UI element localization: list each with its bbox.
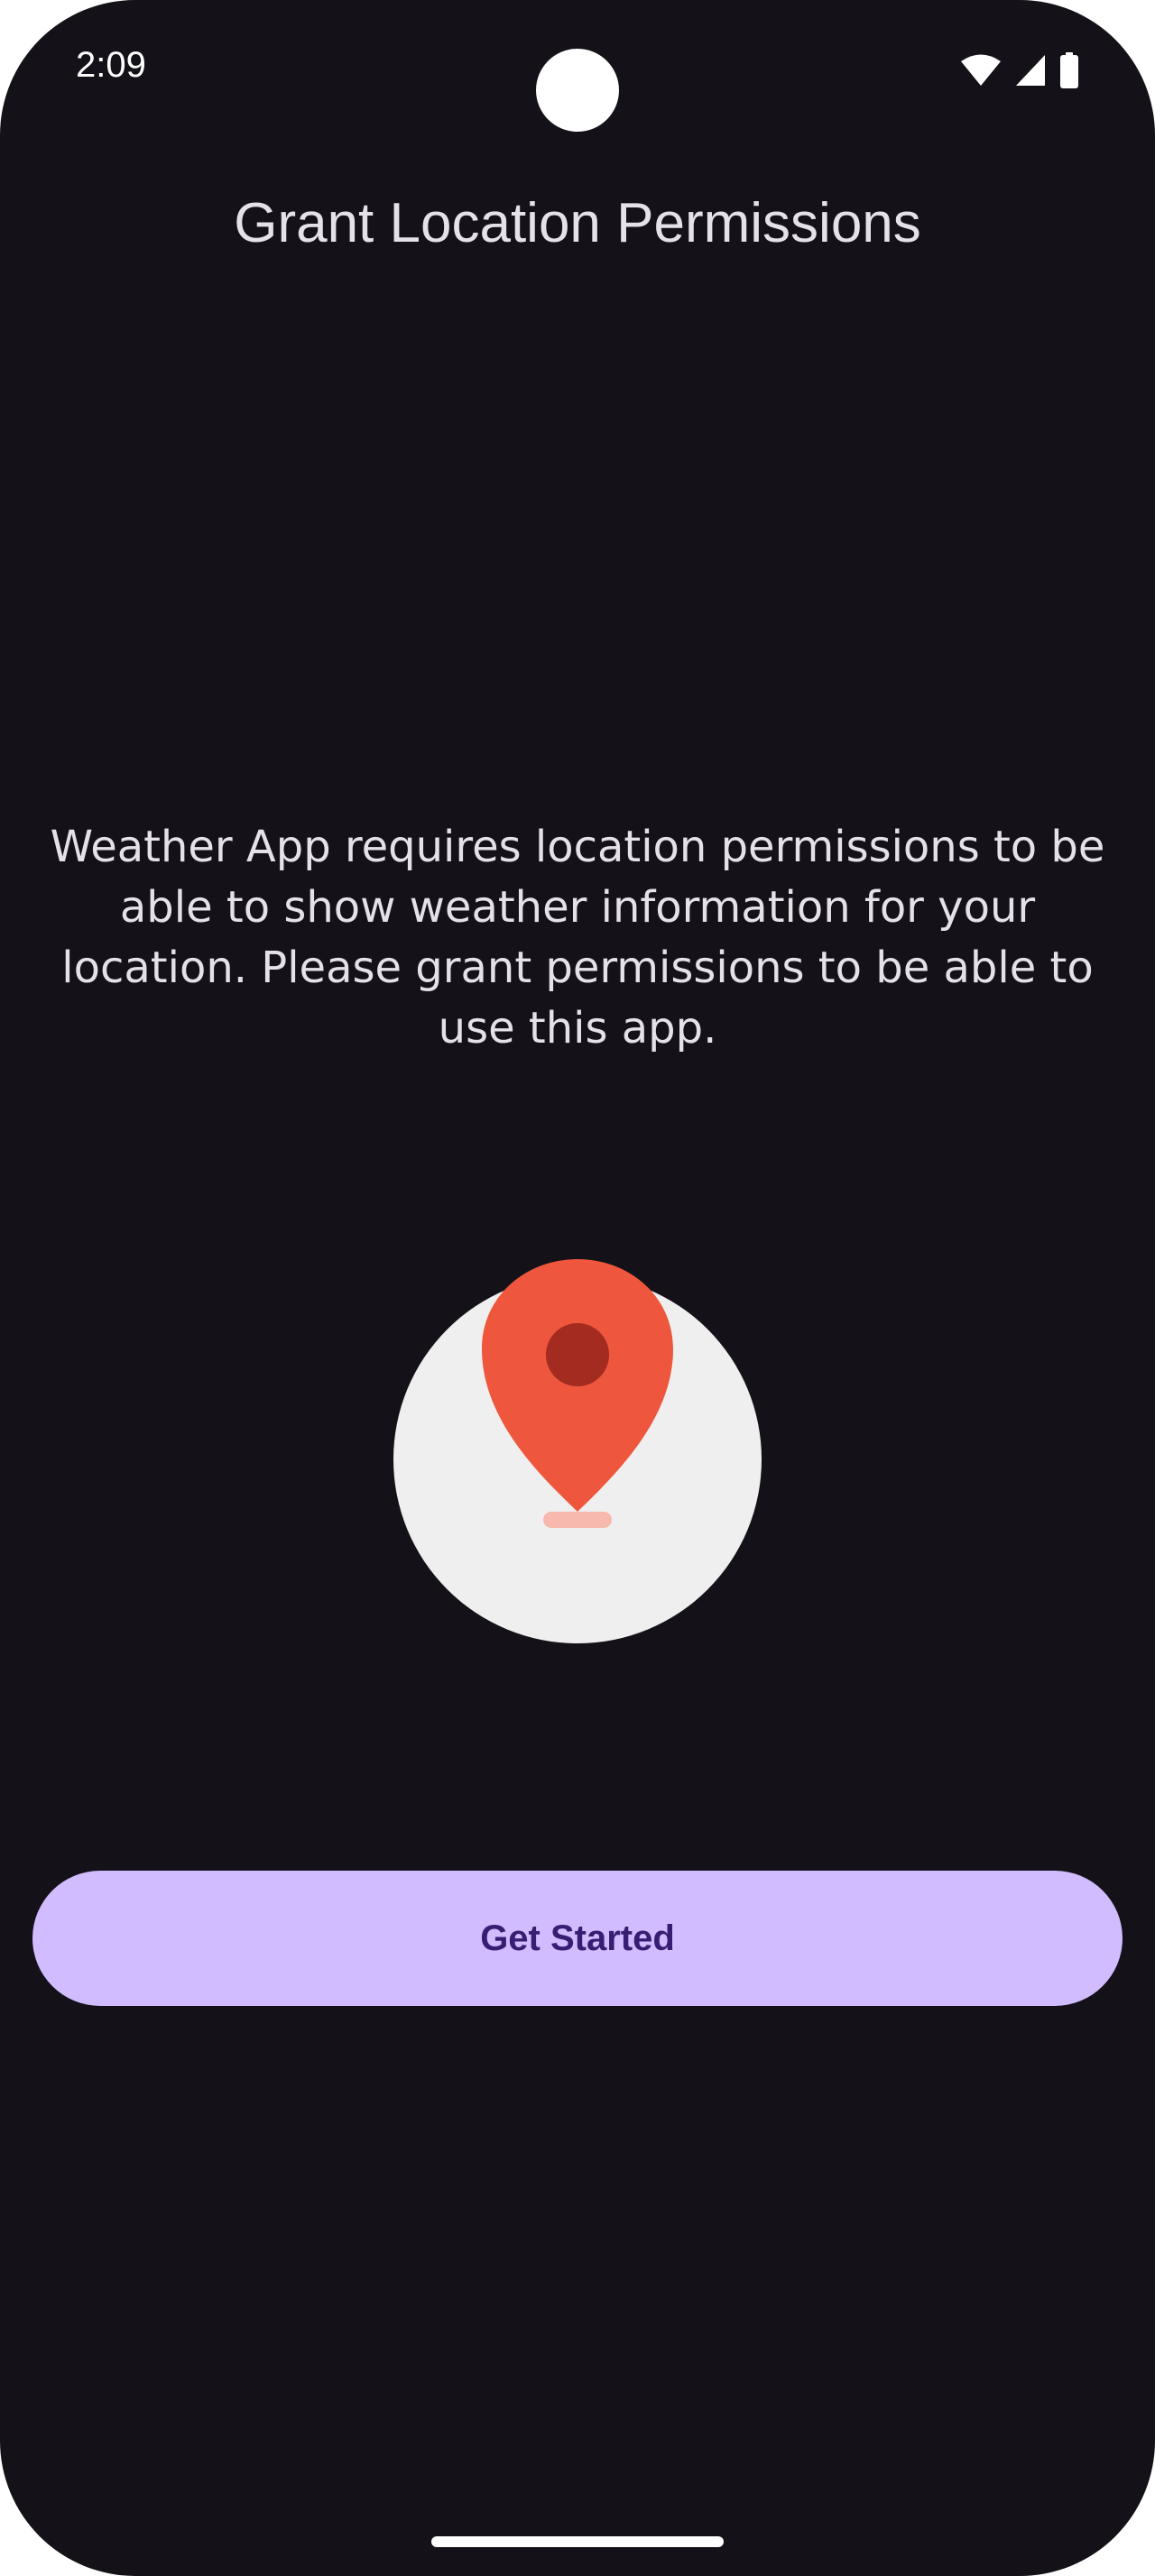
phone-screen: 2:09 Grant Location Permissions Weather … — [0, 0, 1155, 2576]
wifi-icon — [960, 53, 1002, 87]
permission-message: Weather App requires location permission… — [50, 822, 1105, 1053]
location-illustration — [392, 1259, 763, 1643]
page-title: Grant Location Permissions — [234, 192, 921, 254]
status-icons — [960, 52, 1079, 88]
status-bar: 2:09 — [0, 0, 1155, 144]
get-started-button[interactable]: Get Started — [32, 1871, 1123, 2006]
location-pin-icon — [393, 1259, 762, 1643]
camera-cutout — [536, 49, 619, 132]
status-time: 2:09 — [76, 45, 146, 85]
cellular-signal-icon — [1014, 53, 1047, 87]
battery-icon — [1059, 52, 1079, 88]
home-indicator[interactable] — [431, 2536, 724, 2547]
